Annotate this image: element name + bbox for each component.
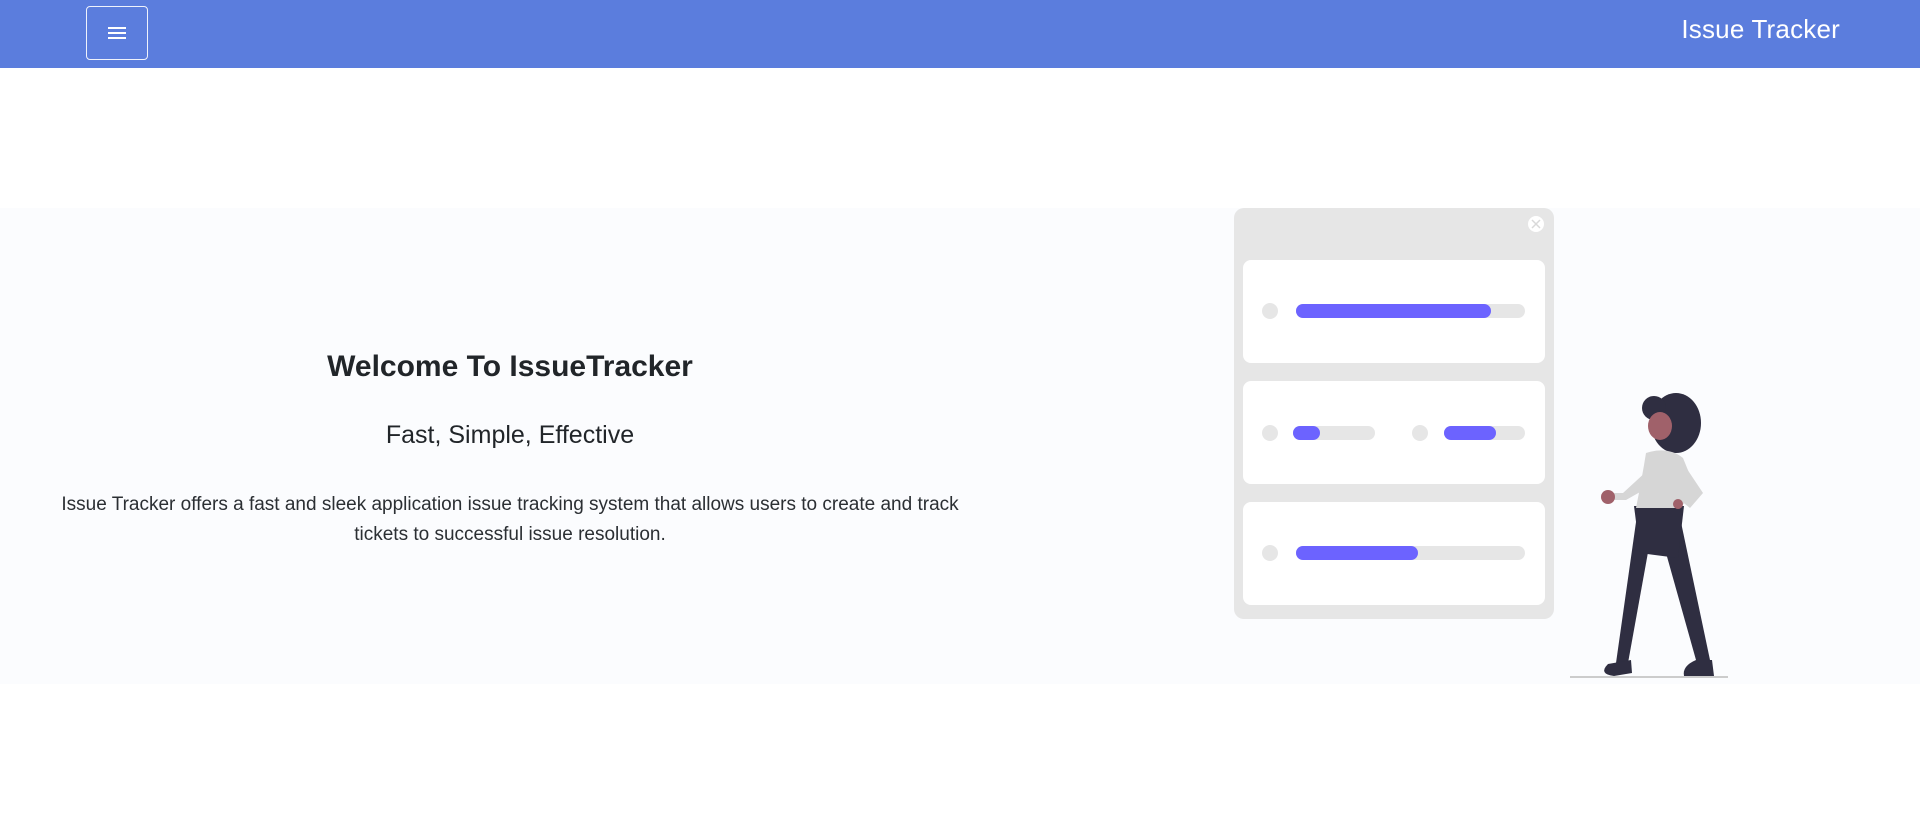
navbar: Issue Tracker: [0, 0, 1920, 68]
progress-bar-1: [1296, 304, 1491, 318]
hero-illustration: [1234, 208, 1728, 678]
hamburger-menu-icon: [108, 27, 126, 39]
brand-title[interactable]: Issue Tracker: [1681, 14, 1840, 45]
walking-person-figure: [1601, 393, 1714, 676]
progress-bar-3: [1444, 426, 1496, 440]
hero-subtitle: Fast, Simple, Effective: [385, 421, 635, 449]
menu-toggle-button[interactable]: [86, 6, 148, 60]
hero-section: Welcome To IssueTracker Fast, Simple, Ef…: [0, 208, 1920, 684]
hero-title: Welcome To IssueTracker: [327, 350, 693, 383]
ground-line: [1570, 676, 1728, 678]
hero-text: Welcome To IssueTracker Fast, Simple, Ef…: [60, 348, 960, 550]
hero-description: Issue Tracker offers a fast and sleek ap…: [61, 494, 959, 545]
progress-bar-2: [1293, 426, 1320, 440]
progress-bar-4: [1296, 546, 1418, 560]
